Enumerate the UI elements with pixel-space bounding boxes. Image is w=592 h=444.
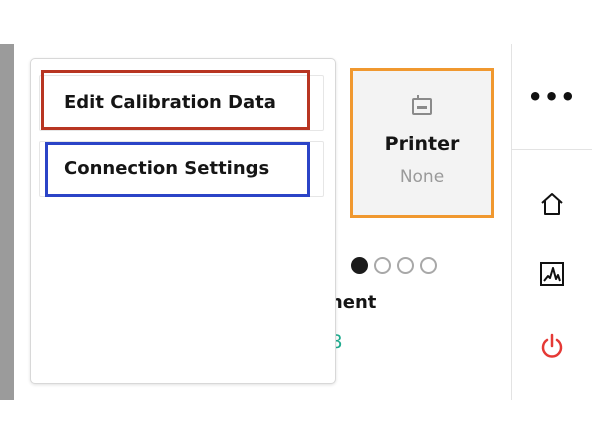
printer-value: None <box>399 167 445 187</box>
power-icon[interactable] <box>538 332 566 360</box>
menu-item-connection-settings[interactable]: Connection Settings <box>39 141 324 197</box>
settings-popup-menu: Edit Calibration Data Connection Setting… <box>30 58 336 384</box>
printer-icon <box>410 93 434 117</box>
page-indicator <box>351 257 437 274</box>
page-dot-4[interactable] <box>420 257 437 274</box>
chart-icon[interactable] <box>538 260 566 288</box>
page-dot-3[interactable] <box>397 257 414 274</box>
printer-title: Printer <box>384 133 460 155</box>
more-options-button[interactable]: ••• <box>512 44 592 150</box>
sidebar: ••• <box>511 44 592 400</box>
menu-item-label: Edit Calibration Data <box>64 92 276 113</box>
home-icon[interactable] <box>538 190 566 218</box>
more-icon: ••• <box>527 82 577 111</box>
page-dot-1[interactable] <box>351 257 368 274</box>
left-edge-strip <box>0 44 14 400</box>
menu-item-label: Connection Settings <box>64 158 270 179</box>
printer-card[interactable]: Printer None <box>350 68 494 218</box>
page-dot-2[interactable] <box>374 257 391 274</box>
menu-item-edit-calibration[interactable]: Edit Calibration Data <box>39 75 324 131</box>
